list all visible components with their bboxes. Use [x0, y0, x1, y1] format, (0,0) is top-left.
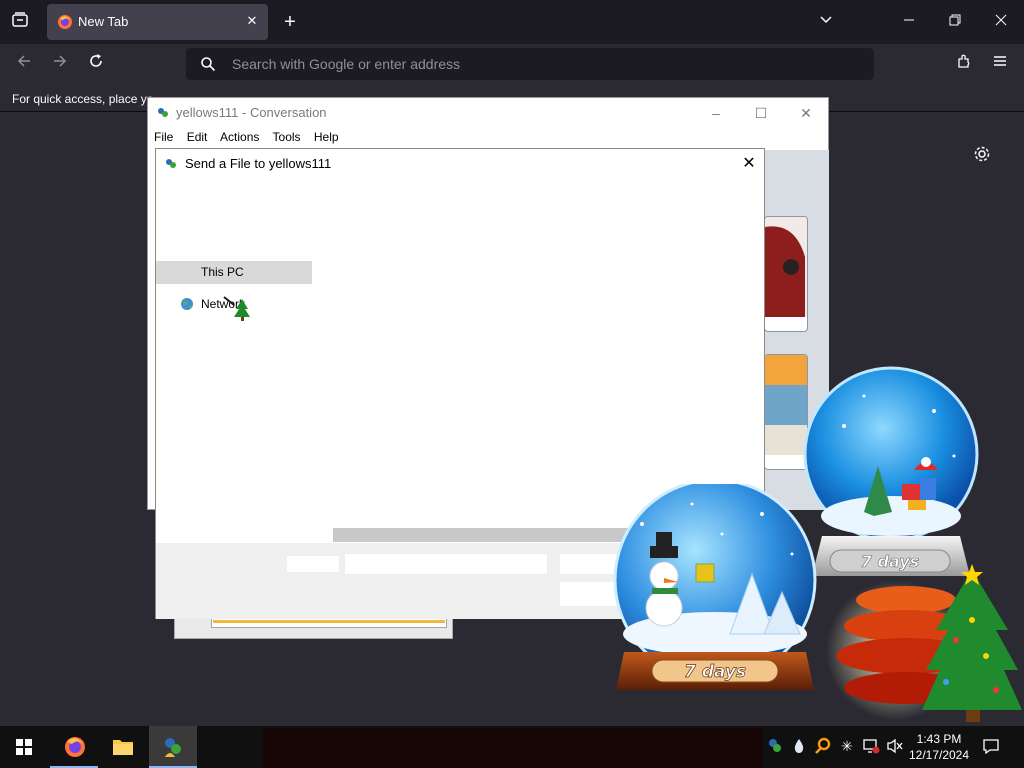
filename-label [286, 555, 340, 573]
dialog-title: Send a File to yellows111 [185, 156, 332, 171]
restore-icon[interactable] [943, 11, 967, 33]
search-icon [201, 57, 216, 72]
screen: { "browser": { "tab_title": "New Tab", "… [0, 0, 1024, 768]
tab-strip: New Tab ✕ + [0, 0, 1024, 44]
menu-tools[interactable]: Tools [273, 130, 301, 144]
messenger-icon [158, 108, 168, 117]
url-placeholder: Search with Google or enter address [232, 56, 461, 72]
snowflake-icon[interactable]: ✳ [838, 737, 856, 755]
horizontal-scrollbar[interactable] [333, 528, 633, 542]
network-icon [181, 298, 193, 310]
nav-item-label: This PC [201, 265, 244, 279]
menu-actions[interactable]: Actions [220, 130, 259, 144]
tray-messenger-icon[interactable] [766, 737, 784, 755]
conv-close-icon[interactable]: ✕ [791, 102, 821, 124]
tab-list-icon[interactable] [8, 11, 32, 33]
windows-icon [16, 739, 32, 755]
conv-maximize-icon[interactable]: ☐ [746, 102, 776, 124]
back-icon[interactable] [12, 53, 36, 75]
tree-cursor-icon [223, 296, 250, 321]
gadget-days-label: 7 days [684, 662, 746, 682]
taskbar-background-image [263, 728, 763, 768]
reload-icon[interactable] [84, 53, 108, 75]
url-bar[interactable]: Search with Google or enter address [186, 48, 874, 80]
messenger-icon [165, 738, 181, 757]
droplet-icon[interactable] [790, 737, 808, 755]
messenger-icon [166, 159, 176, 168]
start-button[interactable] [0, 726, 48, 768]
contact-avatar [764, 216, 808, 332]
firefox-icon [65, 737, 85, 757]
filename-input[interactable] [344, 553, 548, 575]
folder-icon [113, 740, 133, 755]
conversation-title: yellows111 - Conversation [176, 105, 327, 120]
conv-minimize-icon[interactable]: – [701, 102, 731, 124]
dialog-close-icon[interactable]: ✕ [740, 153, 758, 173]
menu-file[interactable]: File [154, 130, 173, 144]
network-icon[interactable] [862, 737, 880, 755]
new-tab-icon[interactable]: + [278, 11, 302, 33]
notification-icon[interactable] [982, 737, 1000, 755]
snow-globe-gadget-small[interactable]: 7 days [794, 366, 994, 588]
gear-icon[interactable] [972, 144, 992, 164]
conversation-menu: File Edit Actions Tools Help [154, 130, 349, 144]
firefox-icon [58, 15, 72, 29]
tab-title: New Tab [78, 14, 129, 29]
menu-icon[interactable] [988, 53, 1012, 75]
taskbar-file-explorer[interactable] [99, 726, 147, 768]
clock-date: 12/17/2024 [908, 748, 970, 762]
snow-globe-gadget-large[interactable]: 7 days [612, 484, 822, 706]
volume-muted-icon[interactable] [886, 737, 904, 755]
forward-icon[interactable] [48, 53, 72, 75]
menu-edit[interactable]: Edit [187, 130, 208, 144]
bookmarks-message: For quick access, place yo [12, 92, 154, 106]
tab-new-tab[interactable]: New Tab ✕ [47, 4, 268, 40]
taskbar-messenger[interactable] [149, 726, 197, 768]
nav-item-this-pc[interactable]: This PC [156, 261, 312, 284]
minimize-icon[interactable] [897, 11, 921, 33]
extensions-icon[interactable] [952, 53, 976, 75]
menu-help[interactable]: Help [314, 130, 339, 144]
clock-time: 1:43 PM [916, 732, 962, 746]
taskbar-firefox[interactable] [50, 726, 98, 768]
taskbar-clock[interactable]: 1:43 PM 12/17/2024 [906, 731, 972, 763]
close-window-icon[interactable] [989, 11, 1013, 33]
tab-close-icon[interactable]: ✕ [245, 13, 259, 29]
christmas-tree-gadget[interactable] [826, 560, 1024, 728]
chevron-down-icon[interactable] [814, 11, 838, 33]
search-tool-icon[interactable] [814, 737, 832, 755]
